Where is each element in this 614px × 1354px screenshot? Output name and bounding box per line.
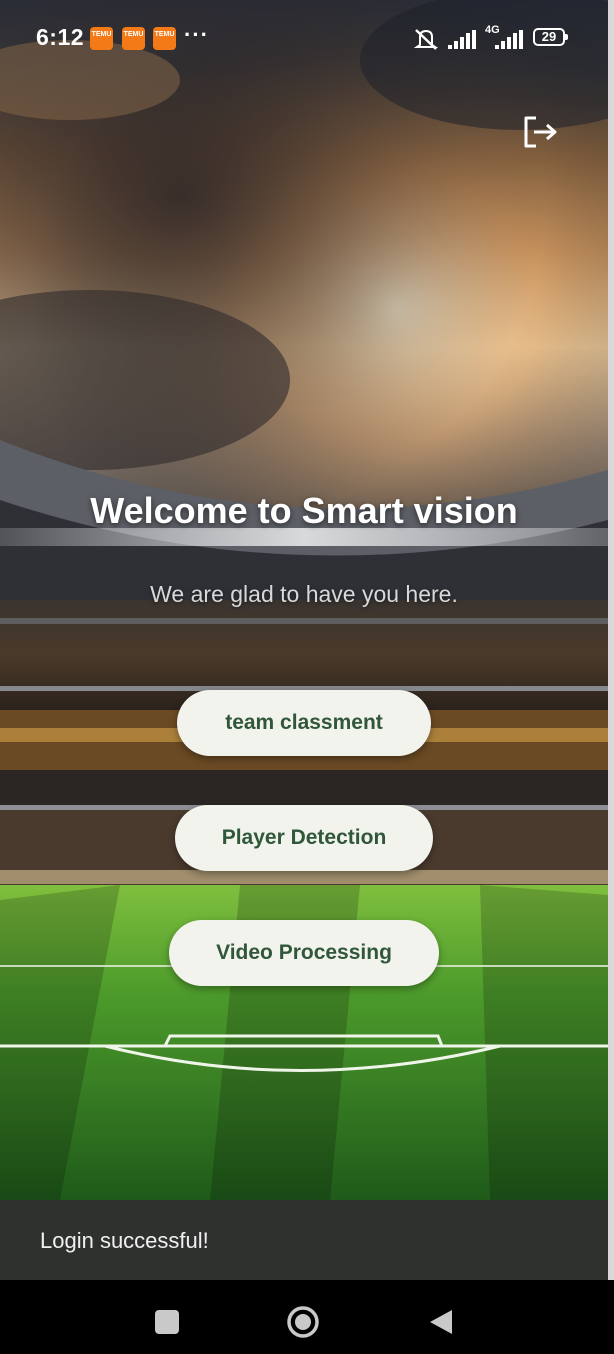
video-processing-button[interactable]: Video Processing <box>169 920 439 986</box>
snackbar: Login successful! <box>0 1200 608 1280</box>
temu-icon: TEMU <box>153 27 176 50</box>
screen-edge <box>608 0 614 1280</box>
more-notifications-icon: ··· <box>184 22 209 47</box>
logout-icon <box>524 116 557 148</box>
battery-icon: 29 <box>533 28 568 46</box>
silent-mode-icon <box>413 29 439 50</box>
temu-icon: TEMU <box>90 27 113 50</box>
system-navigation-bar <box>0 1280 614 1354</box>
team-classment-button[interactable]: team classment <box>177 690 431 756</box>
player-detection-button[interactable]: Player Detection <box>175 805 433 871</box>
recents-button[interactable] <box>155 1310 179 1334</box>
snackbar-message: Login successful! <box>40 1228 209 1253</box>
welcome-title: Welcome to Smart vision <box>90 490 518 531</box>
home-button[interactable] <box>286 1305 320 1339</box>
triangle-back-icon <box>430 1310 452 1334</box>
status-time: 6:12 <box>36 24 85 50</box>
temu-icon: TEMU <box>122 27 145 50</box>
back-button[interactable] <box>428 1308 454 1336</box>
welcome-subtitle: We are glad to have you here. <box>150 581 458 607</box>
logout-button[interactable] <box>518 110 562 154</box>
signal-strength-icon <box>448 30 476 49</box>
status-bar: 6:12 TEMU TEMU TEMU ··· 4G 29 <box>0 0 608 76</box>
app-screen: 6:12 TEMU TEMU TEMU ··· 4G 29 Welcome to… <box>0 0 614 1354</box>
signal-strength-4g-icon <box>495 30 523 49</box>
circle-icon <box>287 1306 319 1338</box>
